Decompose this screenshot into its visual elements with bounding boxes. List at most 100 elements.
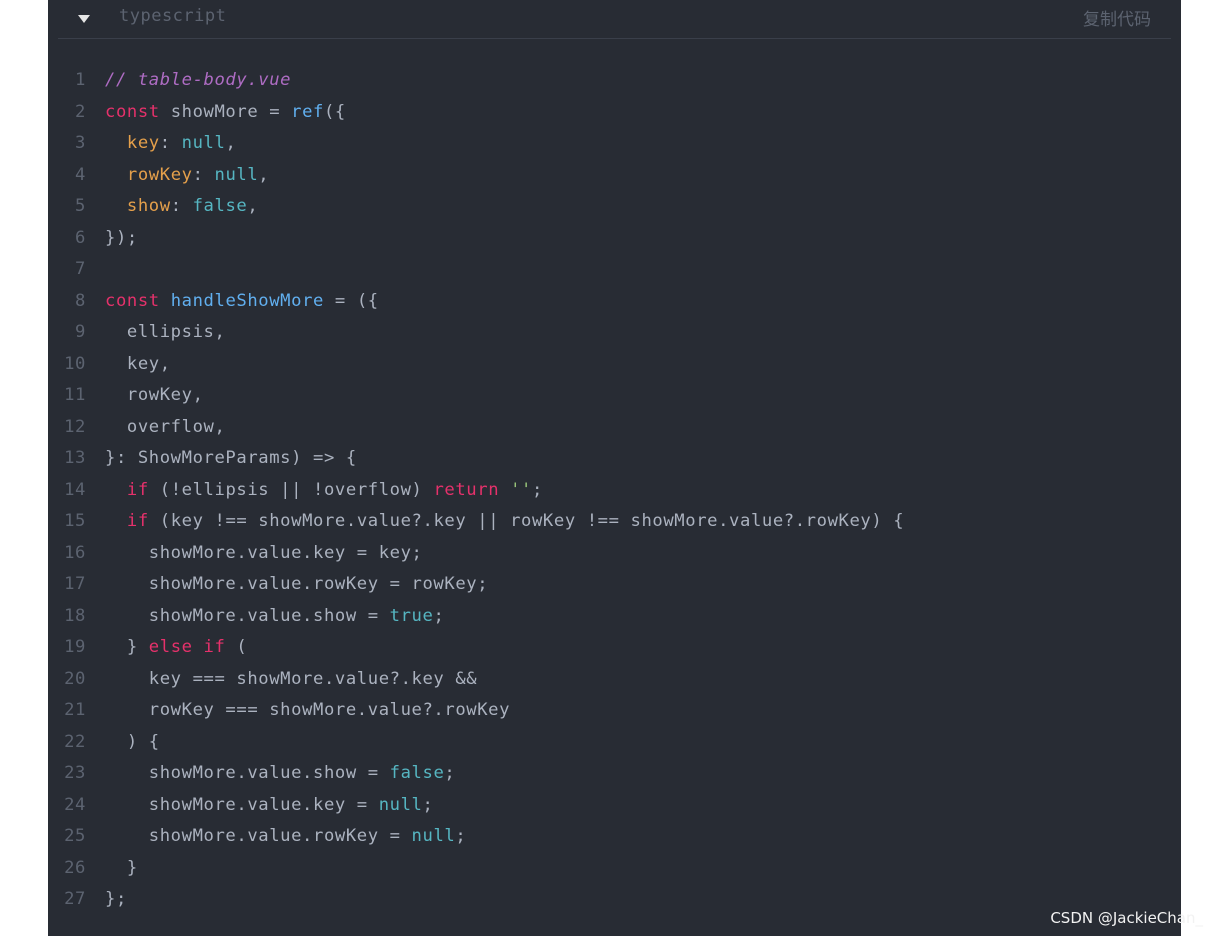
line-number: 27: [64, 889, 86, 909]
line-number: 23: [64, 763, 86, 783]
code-line: 20 key === showMore.value?.key &&: [48, 664, 1181, 696]
code-token: true: [389, 605, 434, 626]
code-line: 8 const handleShowMore = ({: [48, 286, 1181, 318]
code-line: 25 showMore.value.rowKey = null;: [48, 821, 1181, 853]
line-number: 15: [64, 511, 86, 531]
watermark: CSDN @JackieChan_: [1050, 909, 1203, 927]
code-token: return: [433, 479, 500, 500]
code-line: 26 }: [48, 853, 1181, 885]
code-token: ,: [258, 164, 270, 185]
code-line: 6});: [48, 223, 1181, 255]
line-number: 1: [75, 70, 86, 90]
line-number: 7: [75, 259, 86, 279]
code-token: const: [105, 290, 160, 311]
line-content: showMore.value.rowKey = null;: [105, 821, 466, 853]
code-token: showMore =: [159, 101, 292, 122]
code-token: null: [181, 133, 226, 153]
line-number: 18: [64, 605, 86, 626]
code-token: false: [389, 763, 445, 783]
code-token: (: [225, 637, 248, 657]
code-line: 10 key,: [48, 349, 1181, 381]
line-content: rowKey: null,: [105, 160, 269, 192]
code-token: else: [148, 637, 193, 657]
code-line: 9 ellipsis,: [48, 317, 1181, 349]
line-number: 9: [75, 322, 86, 342]
code-token: const: [105, 101, 160, 122]
code-line: 7: [48, 254, 1181, 286]
line-number: 22: [64, 731, 86, 752]
code-line: 5 show: false,: [48, 191, 1181, 223]
line-content: // table-body.vue: [105, 65, 291, 97]
line-content: rowKey,: [105, 380, 204, 412]
line-number: 14: [64, 479, 86, 500]
code-token: showMore.value.key = key;: [105, 542, 423, 563]
code-token: rowKey: [126, 164, 193, 185]
line-number: 5: [75, 196, 86, 216]
line-number: 16: [64, 542, 86, 563]
line-number: 17: [64, 574, 86, 594]
line-content: if (!ellipsis || !overflow) return '';: [105, 475, 543, 507]
line-content: key === showMore.value?.key &&: [105, 664, 477, 696]
caret-down-icon[interactable]: [75, 10, 93, 28]
code-line: 13}: ShowMoreParams) => {: [48, 443, 1181, 475]
code-token: = ({: [323, 290, 379, 311]
code-token: ,: [225, 133, 237, 153]
line-content: };: [105, 884, 127, 916]
code-line: 3 key: null,: [48, 128, 1181, 160]
code-token: '': [510, 479, 533, 500]
code-token: null: [214, 164, 259, 185]
code-line: 1 // table-body.vue: [48, 65, 1181, 97]
code-token: ,: [247, 196, 259, 216]
code-token: showMore.value.key =: [105, 794, 379, 815]
code-token: ;: [444, 763, 456, 783]
line-content: showMore.value.show = false;: [105, 758, 455, 790]
code-line: 16 showMore.value.key = key;: [48, 538, 1181, 570]
code-token: (key !== showMore.value?.key || rowKey !…: [148, 511, 905, 531]
line-content: overflow,: [105, 412, 225, 444]
code-token: if: [203, 637, 226, 657]
code-line: 18 showMore.value.show = true;: [48, 601, 1181, 633]
line-number: 21: [64, 700, 86, 720]
line-number: 24: [64, 794, 86, 815]
line-number: 10: [64, 353, 86, 374]
line-content: showMore.value.show = true;: [105, 601, 444, 633]
code-token: ref: [291, 101, 324, 122]
line-number: 11: [64, 385, 86, 405]
code-token: show: [126, 196, 171, 216]
code-token: rowKey === showMore.value?.rowKey: [105, 700, 511, 720]
code-token: ({: [323, 101, 346, 122]
code-line: 27};: [48, 884, 1181, 916]
code-token: :: [159, 133, 182, 153]
line-number: 12: [64, 416, 86, 437]
code-line: 22 ) {: [48, 727, 1181, 759]
line-content: ) {: [105, 727, 160, 759]
code-line: 14 if (!ellipsis || !overflow) return ''…: [48, 475, 1181, 507]
code-line: 2 const showMore = ref({: [48, 97, 1181, 129]
code-token: ellipsis,: [105, 322, 226, 342]
code-line: 12 overflow,: [48, 412, 1181, 444]
code-token: null: [378, 794, 423, 815]
code-token: showMore.value.rowKey = rowKey;: [105, 574, 489, 594]
code-line: 4 rowKey: null,: [48, 160, 1181, 192]
line-number: 2: [75, 101, 86, 122]
code-token: };: [105, 889, 127, 909]
line-number: 8: [75, 290, 86, 311]
line-number: 19: [64, 637, 86, 657]
code-token: rowKey,: [105, 385, 204, 405]
code-token: ;: [422, 794, 434, 815]
line-content: });: [105, 223, 138, 255]
line-content: if (key !== showMore.value?.key || rowKe…: [105, 506, 904, 538]
copy-code-button[interactable]: 复制代码: [1083, 5, 1151, 30]
code-token: // table-body.vue: [105, 70, 292, 90]
line-content: }: [105, 853, 138, 885]
code-token: });: [105, 227, 138, 248]
code-line: 24 showMore.value.key = null;: [48, 790, 1181, 822]
line-content: const showMore = ref({: [105, 97, 346, 129]
line-number: 20: [64, 668, 86, 689]
code-line: 17 showMore.value.rowKey = rowKey;: [48, 569, 1181, 601]
code-token: ;: [433, 605, 445, 626]
